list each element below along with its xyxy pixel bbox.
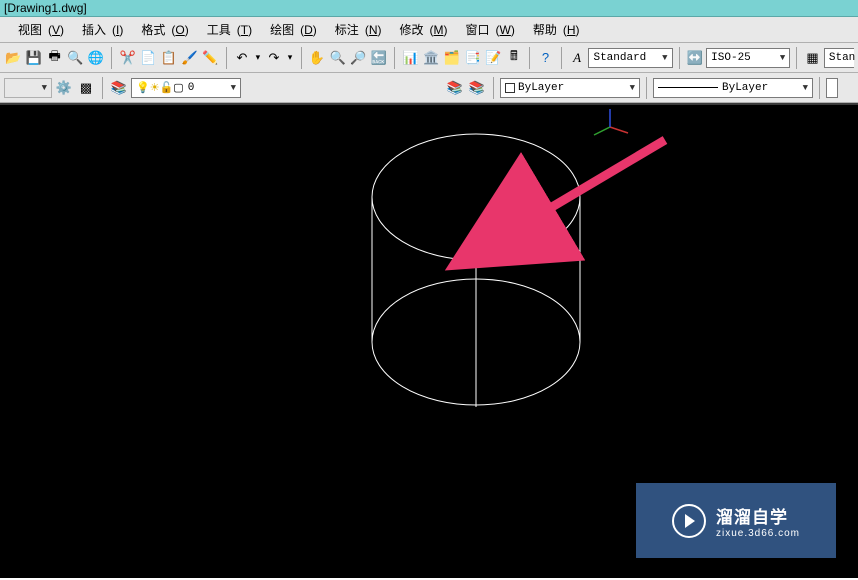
- chevron-down-icon: ▼: [42, 83, 47, 93]
- menu-help[interactable]: 帮助(H): [521, 19, 586, 40]
- toolbar-sep: [529, 47, 530, 69]
- toolbar-sep: [796, 47, 797, 69]
- workspace-settings-icon[interactable]: ⚙️: [54, 78, 74, 98]
- layer-freeze-icon: ☀: [150, 81, 160, 95]
- table-style-value: Stan: [829, 52, 855, 64]
- color-value: ByLayer: [518, 82, 564, 94]
- dim-style-value: ISO-25: [711, 52, 751, 64]
- design-center-icon[interactable]: 🏛️: [422, 48, 441, 68]
- table-style-icon[interactable]: ▦: [803, 48, 822, 68]
- match-prop-icon[interactable]: 🖌️: [180, 48, 199, 68]
- menu-window[interactable]: 窗口(W): [454, 19, 521, 40]
- zoom-previous-icon[interactable]: 🔙: [370, 48, 389, 68]
- markup-icon[interactable]: 📝: [484, 48, 503, 68]
- text-style-icon[interactable]: A: [568, 48, 587, 68]
- layer-previous-icon[interactable]: 📚: [445, 78, 465, 98]
- chevron-down-icon: ▼: [662, 53, 667, 63]
- plot-preview-icon[interactable]: 🔍: [66, 48, 85, 68]
- cut-icon[interactable]: ✂️: [118, 48, 137, 68]
- properties-icon[interactable]: 📊: [401, 48, 420, 68]
- chevron-down-icon: ▼: [803, 83, 808, 93]
- menu-modify[interactable]: 修改(M): [387, 19, 453, 40]
- layer-plot-icon: ▢: [173, 81, 183, 95]
- color-dropdown[interactable]: ByLayer ▼: [500, 78, 640, 98]
- zoom-realtime-icon[interactable]: 🔍: [328, 48, 347, 68]
- chevron-down-icon: ▼: [780, 53, 785, 63]
- publish-icon[interactable]: 🌐: [87, 48, 106, 68]
- play-icon: [672, 504, 706, 538]
- menu-bar: 视图(V) 插入(I) 格式(O) 工具(T) 绘图(D) 标注(N) 修改(M…: [0, 17, 858, 43]
- undo-dropdown-icon[interactable]: ▾: [253, 48, 262, 68]
- watermark-name: 溜溜自学: [716, 503, 800, 528]
- toolbar-sep: [301, 47, 302, 69]
- toolbar-sep: [646, 77, 647, 99]
- toolbar-sep: [111, 47, 112, 69]
- tool-palettes-icon[interactable]: 🗂️: [443, 48, 462, 68]
- quickcalc-icon[interactable]: 🖩: [505, 48, 524, 68]
- chevron-down-icon: ▼: [231, 83, 236, 93]
- workspace-lock-icon[interactable]: ▩: [76, 78, 96, 98]
- color-swatch: [505, 83, 515, 93]
- block-editor-icon[interactable]: ✏️: [201, 48, 220, 68]
- toolbar-sep: [102, 77, 103, 99]
- workspace-dropdown[interactable]: ▼: [4, 78, 52, 98]
- pan-icon[interactable]: ✋: [308, 48, 327, 68]
- layer-properties-icon[interactable]: 📚: [109, 78, 129, 98]
- dim-style-icon[interactable]: ↔️: [686, 48, 705, 68]
- dim-style-dropdown[interactable]: ISO-25 ▼: [706, 48, 790, 68]
- copy-icon[interactable]: 📄: [139, 48, 158, 68]
- layer-state-icon[interactable]: 📚: [467, 78, 487, 98]
- menu-tools[interactable]: 工具(T): [195, 19, 258, 40]
- menu-view[interactable]: 视图(V): [6, 19, 70, 40]
- layer-dropdown[interactable]: 💡 ☀ 🔓 ▢ 0 ▼: [131, 78, 241, 98]
- redo-dropdown-icon[interactable]: ▾: [285, 48, 294, 68]
- watermark: 溜溜自学 zixue.3d66.com: [636, 483, 836, 558]
- linetype-sample: [658, 87, 718, 88]
- model-canvas[interactable]: 溜溜自学 zixue.3d66.com: [0, 103, 858, 578]
- menu-draw[interactable]: 绘图(D): [258, 19, 323, 40]
- text-style-value: Standard: [593, 52, 646, 64]
- menu-format[interactable]: 格式(O): [129, 19, 194, 40]
- save-icon[interactable]: 💾: [25, 48, 44, 68]
- chevron-down-icon: ▼: [630, 83, 635, 93]
- toolbar-sep: [819, 77, 820, 99]
- zoom-window-icon[interactable]: 🔎: [349, 48, 368, 68]
- table-style-dropdown[interactable]: Stan: [824, 48, 854, 68]
- text-style-dropdown[interactable]: Standard ▼: [588, 48, 672, 68]
- paste-icon[interactable]: 📋: [160, 48, 179, 68]
- watermark-url: zixue.3d66.com: [716, 528, 800, 539]
- toolbar-sep: [226, 47, 227, 69]
- layer-name: 0: [188, 82, 195, 94]
- toolbar-layers: ▼ ⚙️ ▩ 📚 💡 ☀ 🔓 ▢ 0 ▼ 📚 📚 ByLayer ▼ ByLay…: [0, 73, 858, 103]
- undo-icon[interactable]: ↶: [233, 48, 252, 68]
- print-icon[interactable]: 🖶: [45, 48, 64, 68]
- document-title: [Drawing1.dwg]: [0, 0, 858, 17]
- toolbar-sep: [561, 47, 562, 69]
- toolbar-sep: [679, 47, 680, 69]
- open-icon[interactable]: 📂: [4, 48, 23, 68]
- menu-dim[interactable]: 标注(N): [323, 19, 388, 40]
- layer-on-icon: 💡: [136, 81, 150, 95]
- linetype-dropdown[interactable]: ByLayer ▼: [653, 78, 813, 98]
- help-icon[interactable]: ?: [536, 48, 555, 68]
- lineweight-dropdown[interactable]: [826, 78, 838, 98]
- toolbar-sep: [394, 47, 395, 69]
- sheet-set-icon[interactable]: 📑: [463, 48, 482, 68]
- toolbar-standard: 📂 💾 🖶 🔍 🌐 ✂️ 📄 📋 🖌️ ✏️ ↶ ▾ ↷ ▾ ✋ 🔍 🔎 🔙 📊…: [0, 43, 858, 73]
- redo-icon[interactable]: ↷: [265, 48, 284, 68]
- layer-lock-icon: 🔓: [160, 81, 174, 95]
- linetype-value: ByLayer: [722, 82, 768, 94]
- toolbar-sep: [493, 77, 494, 99]
- menu-insert[interactable]: 插入(I): [70, 19, 129, 40]
- document-title-text: [Drawing1.dwg]: [4, 1, 87, 15]
